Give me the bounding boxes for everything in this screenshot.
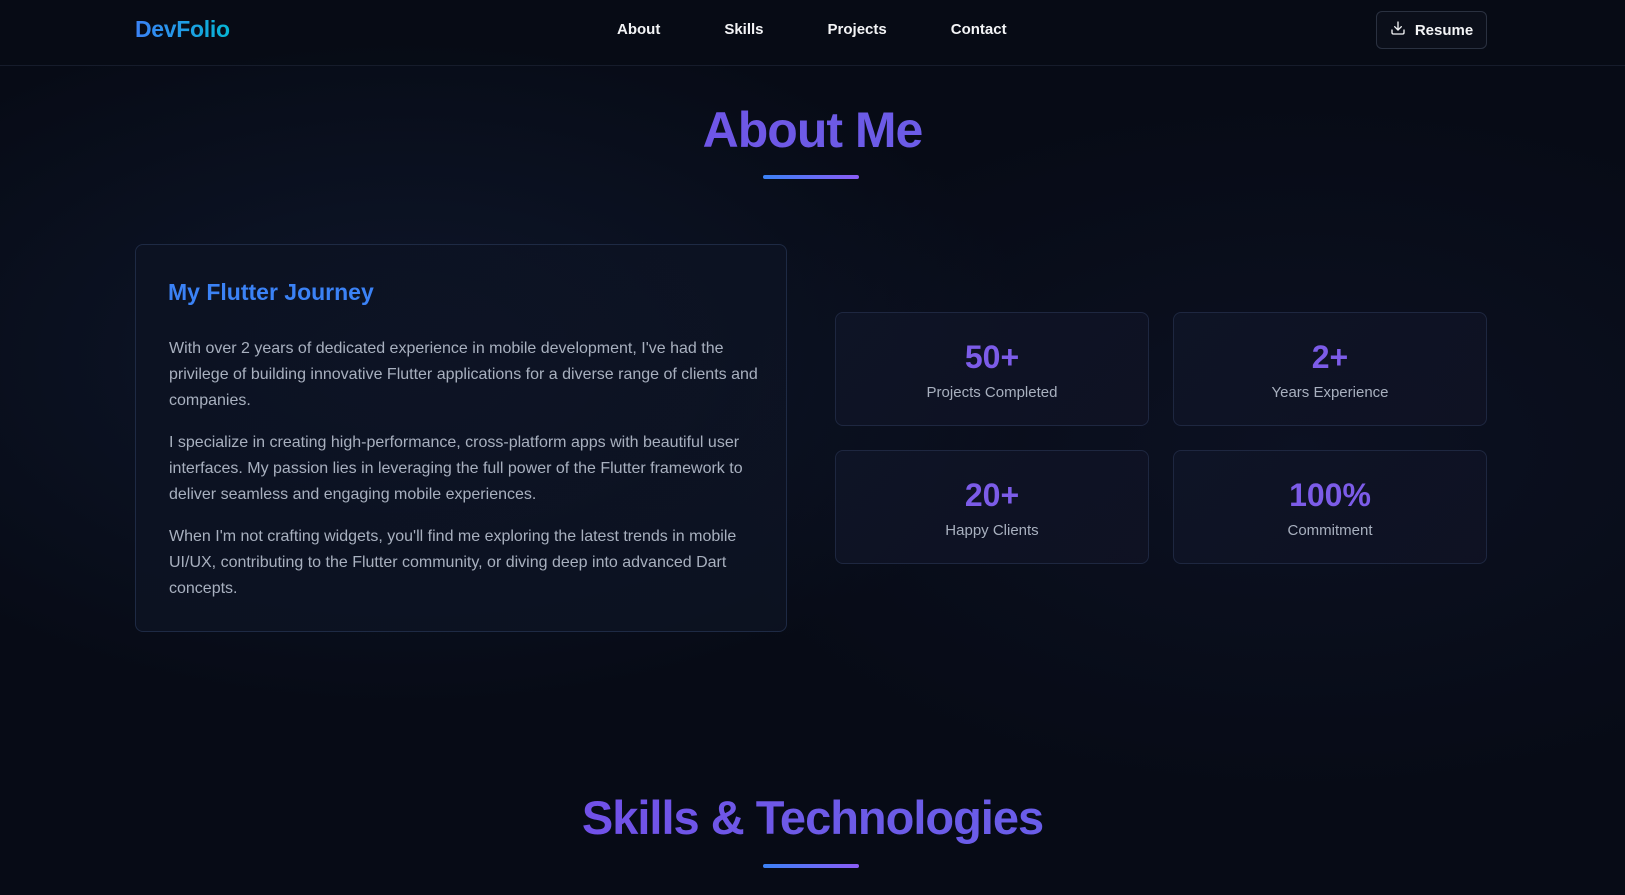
resume-button-label: Resume bbox=[1414, 21, 1474, 39]
stat-value: 2+ bbox=[1311, 339, 1349, 375]
stat-label: Happy Clients bbox=[945, 522, 1039, 539]
resume-button[interactable]: Resume bbox=[1376, 11, 1487, 49]
stat-card-commitment: 100% Commitment bbox=[1173, 450, 1487, 564]
journey-paragraph: With over 2 years of dedicated experienc… bbox=[169, 340, 758, 409]
stat-value: 20+ bbox=[964, 477, 1020, 513]
nav-link-skills[interactable]: Skills bbox=[724, 21, 763, 38]
nav-link-projects[interactable]: Projects bbox=[828, 21, 887, 38]
stat-label: Commitment bbox=[1287, 522, 1373, 539]
stat-card-projects: 50+ Projects Completed bbox=[835, 312, 1149, 426]
stat-value: 50+ bbox=[964, 339, 1020, 375]
nav-link-contact[interactable]: Contact bbox=[951, 21, 1007, 38]
stat-label: Years Experience bbox=[1271, 384, 1389, 401]
stat-card-experience: 2+ Years Experience bbox=[1173, 312, 1487, 426]
download-icon bbox=[1390, 20, 1406, 41]
stat-card-clients: 20+ Happy Clients bbox=[835, 450, 1149, 564]
stat-value: 100% bbox=[1289, 477, 1371, 513]
skills-title-underline bbox=[763, 864, 859, 868]
portfolio-page: DevFolio About Skills Projects Contact R… bbox=[0, 0, 1625, 895]
journey-paragraph: When I'm not crafting widgets, you'll fi… bbox=[169, 528, 737, 597]
journey-paragraph: I specialize in creating high-performanc… bbox=[169, 434, 743, 503]
about-section-title: About Me bbox=[0, 100, 1625, 160]
nav-links: About Skills Projects Contact bbox=[617, 21, 1007, 38]
stat-label: Projects Completed bbox=[926, 384, 1058, 401]
skills-section-title: Skills & Technologies bbox=[0, 790, 1625, 846]
journey-title: My Flutter Journey bbox=[168, 279, 374, 305]
brand-logo[interactable]: DevFolio bbox=[135, 16, 230, 43]
journey-card: My Flutter Journey With over 2 years of … bbox=[135, 244, 787, 632]
about-title-underline bbox=[763, 175, 859, 179]
nav-link-about[interactable]: About bbox=[617, 21, 660, 38]
navbar: DevFolio About Skills Projects Contact R… bbox=[0, 0, 1625, 66]
